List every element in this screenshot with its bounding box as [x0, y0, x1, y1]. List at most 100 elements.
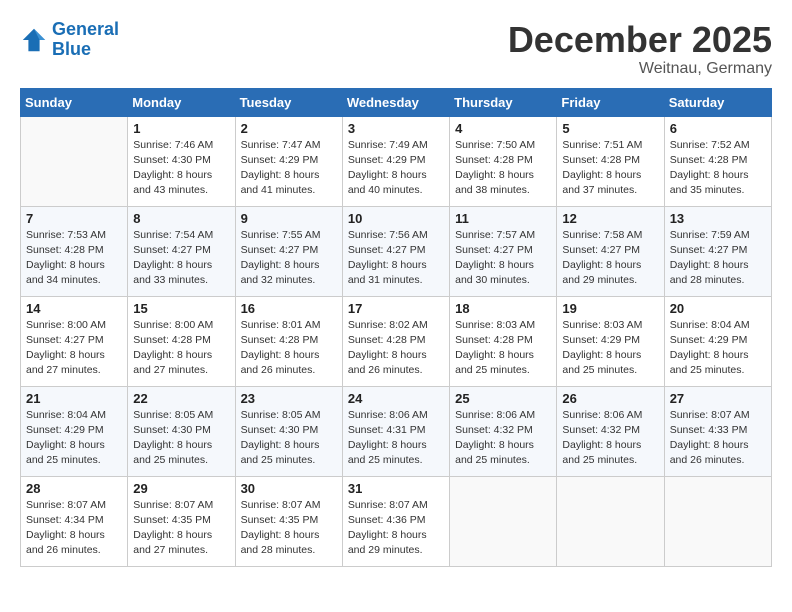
- calendar-cell: 14 Sunrise: 8:00 AMSunset: 4:27 PMDayligh…: [21, 296, 128, 386]
- calendar-week-row: 7 Sunrise: 7:53 AMSunset: 4:28 PMDaylight…: [21, 206, 772, 296]
- calendar-table: SundayMondayTuesdayWednesdayThursdayFrid…: [20, 88, 772, 567]
- calendar-cell: 11Sunrise: 7:57 AMSunset: 4:27 PMDayligh…: [450, 206, 557, 296]
- day-number: 31: [348, 481, 444, 496]
- weekday-header: Saturday: [664, 88, 771, 116]
- calendar-cell: 1 Sunrise: 7:46 AMSunset: 4:30 PMDaylight…: [128, 116, 235, 206]
- day-number: 9: [241, 211, 337, 226]
- day-number: 27: [670, 391, 766, 406]
- day-info: Sunrise: 7:47 AMSunset: 4:29 PMDaylight:…: [241, 138, 337, 199]
- day-number: 28: [26, 481, 122, 496]
- day-number: 29: [133, 481, 229, 496]
- logo: General Blue: [20, 20, 119, 60]
- day-number: 12: [562, 211, 658, 226]
- day-number: 21: [26, 391, 122, 406]
- calendar-cell: [557, 476, 664, 566]
- day-info: Sunrise: 8:03 AMSunset: 4:28 PMDaylight:…: [455, 318, 551, 379]
- calendar-cell: 30 Sunrise: 8:07 AMSunset: 4:35 PMDayligh…: [235, 476, 342, 566]
- calendar-cell: 13Sunrise: 7:59 AMSunset: 4:27 PMDayligh…: [664, 206, 771, 296]
- calendar-cell: 26 Sunrise: 8:06 AMSunset: 4:32 PMDayligh…: [557, 386, 664, 476]
- weekday-header-row: SundayMondayTuesdayWednesdayThursdayFrid…: [21, 88, 772, 116]
- day-info: Sunrise: 8:07 AMSunset: 4:35 PMDaylight:…: [133, 498, 229, 559]
- calendar-cell: 8Sunrise: 7:54 AMSunset: 4:27 PMDaylight…: [128, 206, 235, 296]
- day-info: Sunrise: 8:05 AMSunset: 4:30 PMDaylight:…: [133, 408, 229, 469]
- day-number: 1: [133, 121, 229, 136]
- day-info: Sunrise: 8:06 AMSunset: 4:31 PMDaylight:…: [348, 408, 444, 469]
- day-info: Sunrise: 8:00 AMSunset: 4:28 PMDaylight:…: [133, 318, 229, 379]
- calendar-cell: 24 Sunrise: 8:06 AMSunset: 4:31 PMDayligh…: [342, 386, 449, 476]
- day-number: 4: [455, 121, 551, 136]
- weekday-header: Wednesday: [342, 88, 449, 116]
- calendar-cell: 15 Sunrise: 8:00 AMSunset: 4:28 PMDayligh…: [128, 296, 235, 386]
- calendar-cell: 12 Sunrise: 7:58 AMSunset: 4:27 PMDayligh…: [557, 206, 664, 296]
- calendar-cell: 6 Sunrise: 7:52 AMSunset: 4:28 PMDaylight…: [664, 116, 771, 206]
- calendar-week-row: 14 Sunrise: 8:00 AMSunset: 4:27 PMDayligh…: [21, 296, 772, 386]
- day-info: Sunrise: 8:04 AMSunset: 4:29 PMDaylight:…: [670, 318, 766, 379]
- calendar-cell: 19 Sunrise: 8:03 AMSunset: 4:29 PMDayligh…: [557, 296, 664, 386]
- calendar-cell: 28 Sunrise: 8:07 AMSunset: 4:34 PMDayligh…: [21, 476, 128, 566]
- day-info: Sunrise: 8:02 AMSunset: 4:28 PMDaylight:…: [348, 318, 444, 379]
- day-info: Sunrise: 7:52 AMSunset: 4:28 PMDaylight:…: [670, 138, 766, 199]
- weekday-header: Monday: [128, 88, 235, 116]
- day-info: Sunrise: 7:58 AMSunset: 4:27 PMDaylight:…: [562, 228, 658, 289]
- logo-text: General Blue: [52, 20, 119, 60]
- day-number: 3: [348, 121, 444, 136]
- calendar-cell: 7 Sunrise: 7:53 AMSunset: 4:28 PMDaylight…: [21, 206, 128, 296]
- day-number: 25: [455, 391, 551, 406]
- weekday-header: Friday: [557, 88, 664, 116]
- day-info: Sunrise: 7:46 AMSunset: 4:30 PMDaylight:…: [133, 138, 229, 199]
- calendar-cell: 16 Sunrise: 8:01 AMSunset: 4:28 PMDayligh…: [235, 296, 342, 386]
- page-header: General Blue December 2025 Weitnau, Germ…: [20, 20, 772, 78]
- day-info: Sunrise: 7:53 AMSunset: 4:28 PMDaylight:…: [26, 228, 122, 289]
- day-number: 22: [133, 391, 229, 406]
- day-info: Sunrise: 8:06 AMSunset: 4:32 PMDaylight:…: [455, 408, 551, 469]
- calendar-cell: 2 Sunrise: 7:47 AMSunset: 4:29 PMDaylight…: [235, 116, 342, 206]
- calendar-cell: 23 Sunrise: 8:05 AMSunset: 4:30 PMDayligh…: [235, 386, 342, 476]
- location-subtitle: Weitnau, Germany: [508, 60, 772, 78]
- day-info: Sunrise: 8:01 AMSunset: 4:28 PMDaylight:…: [241, 318, 337, 379]
- day-number: 13: [670, 211, 766, 226]
- day-number: 19: [562, 301, 658, 316]
- day-number: 14: [26, 301, 122, 316]
- month-title: December 2025: [508, 20, 772, 60]
- day-number: 24: [348, 391, 444, 406]
- day-info: Sunrise: 8:07 AMSunset: 4:36 PMDaylight:…: [348, 498, 444, 559]
- day-info: Sunrise: 8:06 AMSunset: 4:32 PMDaylight:…: [562, 408, 658, 469]
- day-info: Sunrise: 8:07 AMSunset: 4:34 PMDaylight:…: [26, 498, 122, 559]
- title-block: December 2025 Weitnau, Germany: [508, 20, 772, 78]
- calendar-cell: 20 Sunrise: 8:04 AMSunset: 4:29 PMDayligh…: [664, 296, 771, 386]
- day-info: Sunrise: 8:07 AMSunset: 4:35 PMDaylight:…: [241, 498, 337, 559]
- day-info: Sunrise: 8:00 AMSunset: 4:27 PMDaylight:…: [26, 318, 122, 379]
- calendar-cell: [664, 476, 771, 566]
- day-number: 20: [670, 301, 766, 316]
- day-info: Sunrise: 8:03 AMSunset: 4:29 PMDaylight:…: [562, 318, 658, 379]
- day-info: Sunrise: 7:50 AMSunset: 4:28 PMDaylight:…: [455, 138, 551, 199]
- day-info: Sunrise: 8:05 AMSunset: 4:30 PMDaylight:…: [241, 408, 337, 469]
- day-number: 23: [241, 391, 337, 406]
- calendar-week-row: 21Sunrise: 8:04 AMSunset: 4:29 PMDayligh…: [21, 386, 772, 476]
- day-number: 6: [670, 121, 766, 136]
- calendar-week-row: 1 Sunrise: 7:46 AMSunset: 4:30 PMDaylight…: [21, 116, 772, 206]
- day-number: 16: [241, 301, 337, 316]
- day-number: 2: [241, 121, 337, 136]
- calendar-cell: 3Sunrise: 7:49 AMSunset: 4:29 PMDaylight…: [342, 116, 449, 206]
- calendar-cell: 22 Sunrise: 8:05 AMSunset: 4:30 PMDayligh…: [128, 386, 235, 476]
- calendar-cell: 29 Sunrise: 8:07 AMSunset: 4:35 PMDayligh…: [128, 476, 235, 566]
- day-number: 17: [348, 301, 444, 316]
- day-number: 26: [562, 391, 658, 406]
- day-info: Sunrise: 7:55 AMSunset: 4:27 PMDaylight:…: [241, 228, 337, 289]
- day-number: 8: [133, 211, 229, 226]
- calendar-cell: 17 Sunrise: 8:02 AMSunset: 4:28 PMDayligh…: [342, 296, 449, 386]
- logo-icon: [20, 26, 48, 54]
- calendar-cell: [21, 116, 128, 206]
- calendar-cell: 25 Sunrise: 8:06 AMSunset: 4:32 PMDayligh…: [450, 386, 557, 476]
- calendar-cell: 21Sunrise: 8:04 AMSunset: 4:29 PMDayligh…: [21, 386, 128, 476]
- weekday-header: Tuesday: [235, 88, 342, 116]
- day-number: 10: [348, 211, 444, 226]
- day-info: Sunrise: 8:07 AMSunset: 4:33 PMDaylight:…: [670, 408, 766, 469]
- day-number: 7: [26, 211, 122, 226]
- calendar-cell: [450, 476, 557, 566]
- day-number: 15: [133, 301, 229, 316]
- calendar-cell: 27 Sunrise: 8:07 AMSunset: 4:33 PMDayligh…: [664, 386, 771, 476]
- weekday-header: Sunday: [21, 88, 128, 116]
- day-number: 30: [241, 481, 337, 496]
